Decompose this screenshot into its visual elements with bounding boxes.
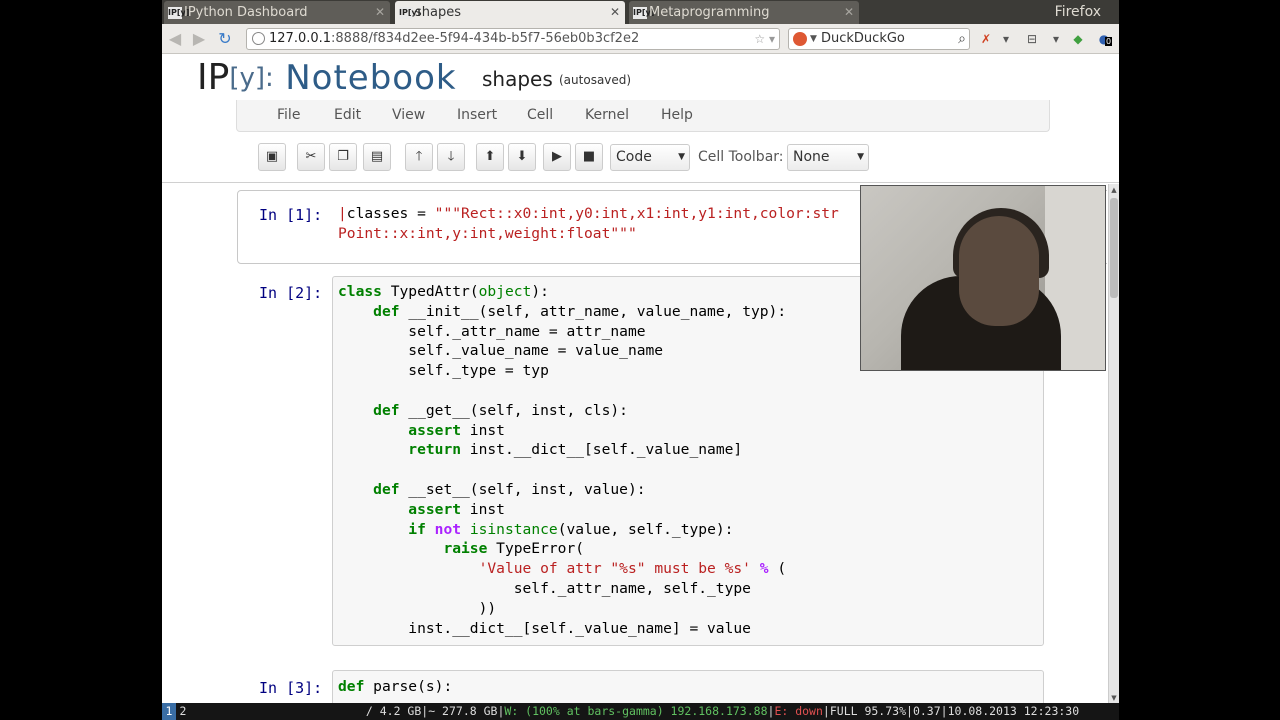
input-prompt: In [1]: bbox=[259, 206, 323, 224]
vertical-scrollbar[interactable]: ▲ ▼ bbox=[1108, 184, 1119, 704]
cell-toolbar-value: None bbox=[793, 149, 830, 165]
stop-icon[interactable]: ■ bbox=[575, 143, 603, 171]
chevron-down-icon[interactable]: ▾ bbox=[1048, 30, 1064, 48]
chevron-down-icon: ▼ bbox=[678, 152, 685, 162]
globe-icon bbox=[252, 32, 265, 45]
chevron-down-icon[interactable]: ▼ bbox=[810, 29, 817, 49]
search-engine-label: DuckDuckGo bbox=[821, 31, 905, 46]
forward-button[interactable]: ▶ bbox=[188, 28, 210, 50]
code-cell-2-source[interactable]: class TypedAttr(object): def __init__(se… bbox=[338, 282, 786, 638]
extension-icon[interactable]: ◆ bbox=[1070, 30, 1086, 48]
window-title: Firefox bbox=[1054, 4, 1101, 20]
url-host: 127.0.0.1 bbox=[269, 31, 332, 46]
clock: 10.08.2013 12:23:30 bbox=[947, 704, 1080, 718]
tab-label: Metaprogramming bbox=[649, 5, 770, 20]
reload-button[interactable]: ↻ bbox=[214, 28, 236, 50]
close-tab-icon[interactable]: ✕ bbox=[375, 1, 385, 24]
scroll-up-icon[interactable]: ▲ bbox=[1109, 184, 1119, 196]
webcam-person-head bbox=[959, 216, 1039, 326]
code-cell-1-source[interactable]: |classes = """Rect::x0:int,y0:int,x1:int… bbox=[338, 204, 839, 244]
notebook-name[interactable]: shapes bbox=[482, 67, 553, 91]
notebook-toolbar: ▣ ✂ ❐ ▤ 🡑 🡓 ⬆ ⬇ ▶ ■ Code ▼ Cell Toolbar: … bbox=[258, 141, 978, 173]
tab-label: IPython Dashboard bbox=[184, 5, 308, 20]
menu-insert[interactable]: Insert bbox=[457, 100, 497, 130]
logo-ip: IP bbox=[197, 57, 230, 98]
menu-cell[interactable]: Cell bbox=[527, 100, 553, 130]
search-icon[interactable]: ⌕ bbox=[958, 29, 966, 49]
run-icon[interactable]: ▶ bbox=[543, 143, 571, 171]
ipython-favicon-icon: IP[y] bbox=[399, 6, 421, 19]
webcam-overlay bbox=[860, 185, 1106, 371]
close-tab-icon[interactable]: ✕ bbox=[610, 1, 620, 24]
menu-edit[interactable]: Edit bbox=[334, 100, 361, 130]
navigation-bar: ◀ ▶ ↻ 127.0.0.1:8888/f834d2ee-5f94-434b-… bbox=[162, 24, 1119, 54]
ipython-favicon-icon: IP[y] bbox=[168, 6, 190, 19]
cell-type-value: Code bbox=[616, 149, 652, 165]
move-down-icon[interactable]: 🡓 bbox=[437, 143, 465, 171]
badge-count: 0 bbox=[1105, 37, 1113, 46]
cell-toolbar-label: Cell Toolbar: bbox=[698, 149, 784, 165]
cut-icon[interactable]: ✂ bbox=[297, 143, 325, 171]
chevron-down-icon[interactable]: ▾ bbox=[998, 30, 1014, 48]
move-up-icon[interactable]: 🡑 bbox=[405, 143, 433, 171]
menu-view[interactable]: View bbox=[392, 100, 425, 130]
insert-below-icon[interactable]: ⬇ bbox=[508, 143, 536, 171]
url-path: :8888/f834d2ee-5f94-434b-b5f7-56eb0b3cf2… bbox=[331, 31, 640, 46]
input-prompt: In [3]: bbox=[259, 679, 323, 697]
ipython-favicon-icon: IP[y] bbox=[633, 6, 655, 19]
pocket-icon[interactable]: ⊟ bbox=[1024, 30, 1040, 48]
disk-root: / 4.2 GB bbox=[365, 704, 422, 718]
close-tab-icon[interactable]: ✕ bbox=[844, 1, 854, 24]
menu-kernel[interactable]: Kernel bbox=[585, 100, 629, 130]
menu-bar: File Edit View Insert Cell Kernel Help bbox=[236, 100, 1050, 132]
abp-icon[interactable]: ● 0 bbox=[1096, 30, 1113, 48]
logo-y: [y]: bbox=[229, 63, 274, 93]
scrollbar-thumb[interactable] bbox=[1110, 198, 1118, 298]
logo-notebook: Notebook bbox=[285, 58, 457, 98]
save-icon[interactable]: ▣ bbox=[258, 143, 286, 171]
copy-icon[interactable]: ❐ bbox=[329, 143, 357, 171]
url-bar[interactable]: 127.0.0.1:8888/f834d2ee-5f94-434b-b5f7-5… bbox=[246, 28, 780, 50]
chevron-down-icon: ▼ bbox=[857, 152, 864, 162]
menu-file[interactable]: File bbox=[277, 100, 300, 130]
disk-home: ~ 277.8 GB bbox=[428, 704, 498, 718]
notebook-header: IP[y]: Notebook shapes (autosaved) File … bbox=[162, 55, 1119, 183]
battery-status: FULL 95.73% bbox=[829, 704, 907, 718]
tab-bar: IP[y]IPython Dashboard ✕ IP[y]shapes ✕ I… bbox=[162, 0, 1119, 24]
menu-help[interactable]: Help bbox=[661, 100, 693, 130]
ipython-logo[interactable]: IP[y]: Notebook bbox=[197, 57, 457, 99]
workspace-2[interactable]: 2 bbox=[176, 703, 190, 720]
cell-type-select[interactable]: Code ▼ bbox=[610, 144, 690, 171]
system-status-bar: 12 / 4.2 GB|~ 277.8 GB|W: (100% at bars-… bbox=[162, 703, 1119, 720]
cell-toolbar-select[interactable]: None ▼ bbox=[787, 144, 869, 171]
code-cell-3-source[interactable]: def parse(s): bbox=[338, 677, 452, 697]
insert-above-icon[interactable]: ⬆ bbox=[476, 143, 504, 171]
autosave-status: (autosaved) bbox=[559, 73, 632, 87]
wifi-status: W: (100% at bars-gamma) 192.168.173.88 bbox=[504, 704, 768, 718]
duckduckgo-icon bbox=[793, 32, 807, 46]
load-average: 0.37 bbox=[912, 704, 941, 718]
input-prompt: In [2]: bbox=[259, 284, 323, 302]
tab-metaprogramming[interactable]: IP[y]Metaprogramming ✕ bbox=[629, 1, 859, 24]
bookmark-star-icon[interactable]: ☆ ▾ bbox=[754, 29, 775, 49]
back-button[interactable]: ◀ bbox=[164, 28, 186, 50]
addon-icon[interactable]: ✗ bbox=[978, 30, 994, 48]
tab-label: shapes bbox=[415, 5, 462, 20]
search-bar[interactable]: ▼ DuckDuckGo ⌕ bbox=[788, 28, 970, 50]
tab-ipython-dashboard[interactable]: IP[y]IPython Dashboard ✕ bbox=[164, 1, 390, 24]
paste-icon[interactable]: ▤ bbox=[363, 143, 391, 171]
workspace-1[interactable]: 1 bbox=[162, 703, 176, 720]
ethernet-status: E: down bbox=[774, 704, 823, 718]
tab-shapes[interactable]: IP[y]shapes ✕ bbox=[395, 1, 625, 24]
